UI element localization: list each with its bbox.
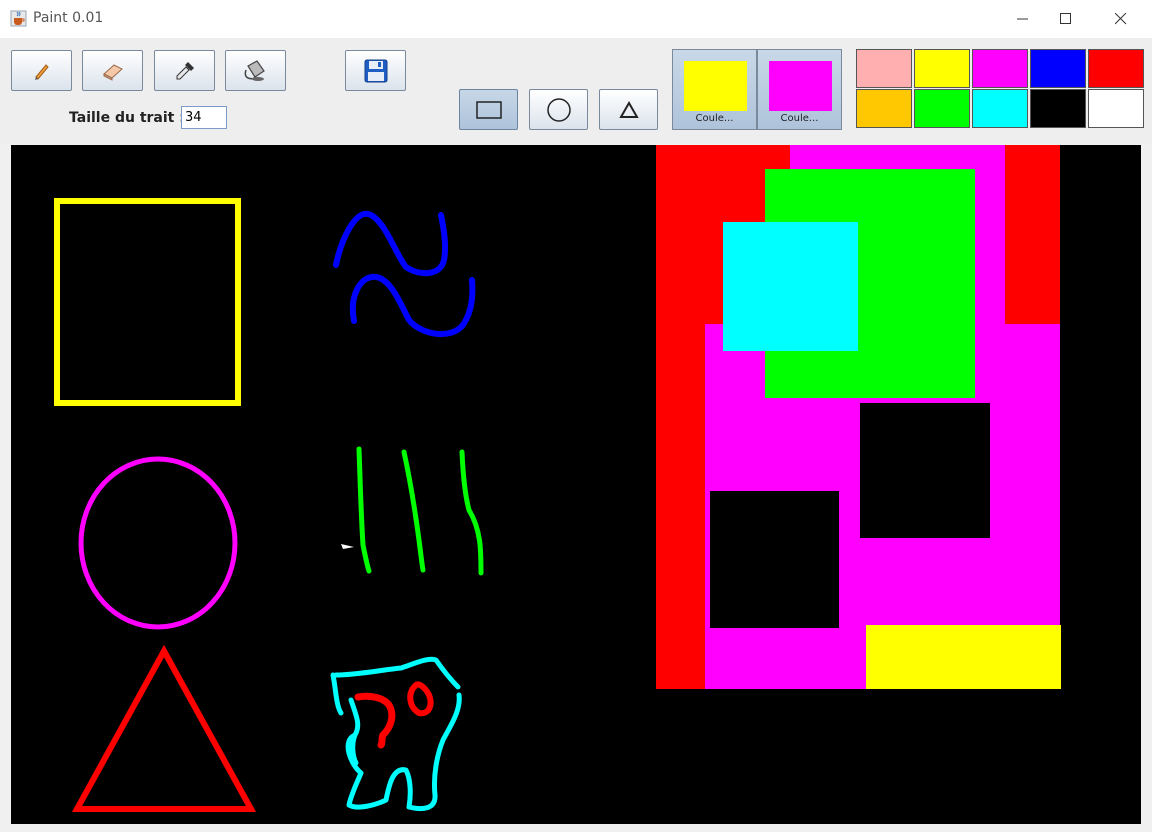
primary-color-button[interactable]: Coule... xyxy=(672,49,757,130)
palette-color-swatch[interactable] xyxy=(972,89,1028,128)
circle-icon xyxy=(546,97,571,122)
triangle-shape-button[interactable] xyxy=(599,89,658,130)
primary-color-label: Coule... xyxy=(695,113,734,124)
palette-color-swatch[interactable] xyxy=(856,89,912,128)
palette-color-swatch[interactable] xyxy=(972,49,1028,88)
palette-color-swatch[interactable] xyxy=(1030,89,1086,128)
fill-tool-button[interactable] xyxy=(225,50,286,91)
primary-color-swatch xyxy=(684,61,747,111)
yellow-filled-rectangle xyxy=(866,625,1061,689)
secondary-color-button[interactable]: Coule... xyxy=(757,49,842,130)
eraser-icon xyxy=(102,63,123,81)
floppy-disk-icon xyxy=(364,59,387,82)
canvas-drawing xyxy=(54,145,1061,812)
circle-shape-button[interactable] xyxy=(529,89,588,130)
green-line-stroke xyxy=(459,449,484,576)
pencil-tool-button[interactable] xyxy=(11,50,72,91)
palette-color-swatch[interactable] xyxy=(856,49,912,88)
maximize-button[interactable] xyxy=(1043,0,1089,38)
red-doodle-stroke xyxy=(354,692,396,749)
close-icon xyxy=(1115,13,1127,25)
window-title: Paint 0.01 xyxy=(33,10,104,26)
stroke-size-input[interactable] xyxy=(181,106,227,129)
palette-color-swatch[interactable] xyxy=(1088,49,1144,88)
palette-color-swatch[interactable] xyxy=(1030,49,1086,88)
yellow-rectangle-shape xyxy=(54,198,241,406)
blue-squiggle-stroke xyxy=(333,210,449,277)
triangle-icon xyxy=(618,100,639,118)
secondary-color-label: Coule... xyxy=(780,113,819,124)
save-button[interactable] xyxy=(345,50,406,91)
paint-bucket-icon xyxy=(244,59,265,81)
pencil-icon xyxy=(34,63,49,80)
eraser-tool-button[interactable] xyxy=(82,50,143,91)
green-line-stroke xyxy=(356,446,372,574)
secondary-color-swatch xyxy=(769,61,832,111)
blue-squiggle-stroke xyxy=(349,273,476,338)
eyedropper-icon xyxy=(176,61,194,79)
stroke-size-label: Taille du trait : xyxy=(69,110,185,126)
maximize-icon xyxy=(1060,13,1071,24)
minimize-icon xyxy=(1017,18,1028,20)
black-filled-rectangle xyxy=(710,491,839,628)
rectangle-shape-button[interactable] xyxy=(459,89,518,130)
close-button[interactable] xyxy=(1098,0,1144,38)
rectangle-icon xyxy=(475,100,502,119)
palette-color-swatch[interactable] xyxy=(914,89,970,128)
toolbar: Taille du trait : Coule... Coule... xyxy=(0,38,1152,144)
cyan-doodle-stroke xyxy=(330,656,462,811)
title-bar: Paint 0.01 xyxy=(0,0,1152,38)
palette-color-swatch[interactable] xyxy=(1088,89,1144,128)
eyedropper-tool-button[interactable] xyxy=(154,50,215,91)
red-triangle-shape xyxy=(71,644,257,812)
drawing-canvas[interactable] xyxy=(11,145,1141,824)
red-doodle-stroke xyxy=(407,681,434,717)
minimize-button[interactable] xyxy=(1000,0,1046,38)
mouse-cursor-icon xyxy=(341,544,354,549)
magenta-circle-shape xyxy=(78,456,238,630)
green-line-stroke xyxy=(401,449,426,573)
java-cup-icon xyxy=(10,10,27,27)
black-filled-rectangle xyxy=(860,403,990,538)
cyan-filled-rectangle xyxy=(723,222,858,351)
palette-color-swatch[interactable] xyxy=(914,49,970,88)
